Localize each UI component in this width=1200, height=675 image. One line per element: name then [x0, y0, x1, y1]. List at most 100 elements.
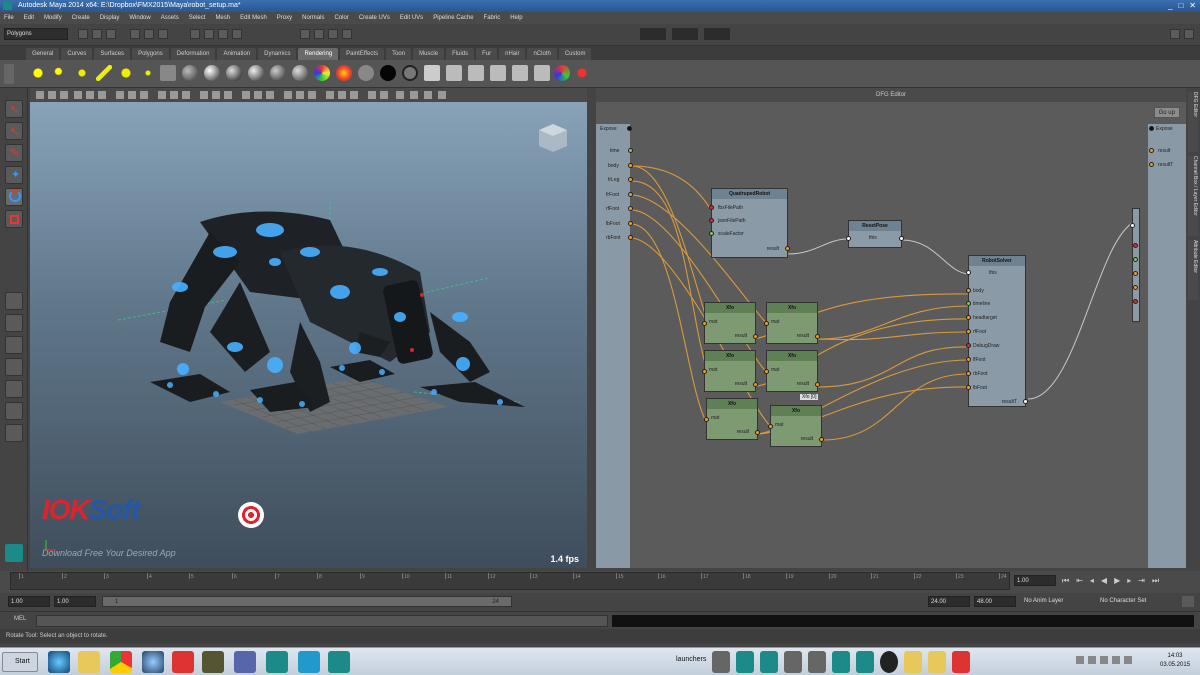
layered-shader-icon[interactable] [292, 65, 308, 81]
tab-nhair[interactable]: nHair [499, 48, 526, 60]
camera-icon[interactable] [160, 65, 176, 81]
point-light-icon[interactable] [30, 65, 46, 81]
range-bar[interactable]: 1 24 [102, 596, 512, 607]
tray-icon[interactable] [1076, 656, 1084, 664]
tab-painteffects[interactable]: PaintEffects [340, 48, 385, 60]
launchers-label[interactable]: launchers [676, 656, 706, 663]
lasso-tool-icon[interactable]: ↖ [5, 122, 23, 140]
port-dot[interactable] [785, 246, 790, 251]
port-lbfoot-dot[interactable] [628, 221, 633, 226]
menu-file[interactable]: File [4, 12, 14, 24]
tab-ncloth[interactable]: nCloth [527, 48, 557, 60]
port-dot[interactable] [1133, 243, 1138, 248]
step-forward-frame-icon[interactable]: ⇥ [1138, 576, 1145, 586]
outliner-layout-icon[interactable] [5, 402, 23, 420]
batch-render-icon[interactable] [512, 65, 528, 81]
playback-start-field[interactable]: 1.00 [54, 596, 96, 607]
menu-display[interactable]: Display [100, 12, 120, 24]
tray-icon[interactable] [1112, 656, 1120, 664]
quick-launch-icon[interactable] [808, 651, 826, 673]
play-forwards-icon[interactable]: ▶ [1114, 576, 1120, 586]
menu-fabric[interactable]: Fabric [484, 12, 501, 24]
port-dot[interactable] [815, 382, 820, 387]
node-xfo[interactable]: Xfo mat result [764, 302, 820, 344]
blinn-sphere-icon[interactable] [204, 65, 220, 81]
side-tab-channel-box[interactable]: Channel Box / Layer Editor [1188, 156, 1198, 236]
tab-muscle[interactable]: Muscle [413, 48, 445, 60]
port-dot[interactable] [709, 231, 714, 236]
quick-launch-icon[interactable] [856, 651, 874, 673]
end-time-field[interactable]: 48.00 [974, 596, 1016, 607]
port-dot[interactable] [764, 369, 769, 374]
minimize-button[interactable]: _ [1168, 1, 1172, 11]
maximize-button[interactable]: □ [1178, 1, 1183, 11]
quick-launch-icon[interactable] [832, 651, 850, 673]
git-icon[interactable] [172, 651, 194, 673]
port-dot[interactable] [899, 236, 904, 241]
port-frleg-dot[interactable] [628, 177, 633, 182]
port-dot[interactable] [1133, 257, 1138, 262]
paint-select-tool-icon[interactable]: ✎ [5, 144, 23, 162]
port-dot[interactable] [966, 270, 971, 275]
port-dot[interactable] [966, 371, 971, 376]
port-dot[interactable] [1130, 223, 1135, 228]
close-button[interactable]: ✕ [1189, 1, 1196, 11]
chrome-icon[interactable] [110, 651, 132, 673]
menu-assets[interactable]: Assets [161, 12, 179, 24]
select-tool-icon[interactable]: ↖ [5, 100, 23, 118]
snap-curve-icon[interactable] [204, 29, 214, 39]
menu-help[interactable]: Help [510, 12, 522, 24]
snap-plane-icon[interactable] [232, 29, 242, 39]
system-tray[interactable] [1076, 656, 1152, 668]
expose-port-right[interactable] [1149, 126, 1154, 131]
tab-fluids[interactable]: Fluids [446, 48, 475, 60]
tab-curves[interactable]: Curves [61, 48, 93, 60]
command-input[interactable] [36, 615, 608, 627]
expose-port-left[interactable] [627, 126, 632, 131]
side-tab-dfg-editor[interactable]: DFG Editor [1188, 92, 1198, 152]
surface-shader-icon[interactable] [358, 65, 374, 81]
ambient-light-icon[interactable] [140, 65, 156, 81]
numeric-input-field[interactable] [704, 28, 730, 40]
explorer-icon[interactable] [78, 651, 100, 673]
start-button[interactable]: Start [2, 652, 38, 672]
tray-icon[interactable] [1088, 656, 1096, 664]
port-rbfoot-dot[interactable] [628, 235, 633, 240]
playback-end-field[interactable]: 24.00 [928, 596, 970, 607]
lambert-sphere-icon[interactable] [182, 65, 198, 81]
menu-create-uvs[interactable]: Create UVs [359, 12, 390, 24]
node-xfo[interactable]: Xfo mat result [764, 350, 820, 392]
step-forward-key-icon[interactable]: ▸ [1127, 576, 1131, 586]
tab-polygons[interactable]: Polygons [132, 48, 169, 60]
fabric-icon[interactable] [234, 651, 256, 673]
node-xfo[interactable]: Xfo mat result [702, 302, 758, 344]
play-backwards-icon[interactable]: ◀ [1101, 576, 1107, 586]
menu-create[interactable]: Create [72, 12, 90, 24]
media-icon[interactable] [202, 651, 224, 673]
snap-grid-icon[interactable] [190, 29, 200, 39]
node-xfo[interactable]: Xfo mat result [702, 350, 758, 392]
menu-color[interactable]: Color [334, 12, 348, 24]
port-dot[interactable] [755, 430, 760, 435]
directional-light-icon[interactable] [52, 65, 68, 81]
quick-launch-icon[interactable] [880, 651, 898, 673]
toggle-channel-box-icon[interactable] [1170, 29, 1180, 39]
start-time-field[interactable]: 1.00 [8, 596, 50, 607]
new-scene-icon[interactable] [78, 29, 88, 39]
menu-proxy[interactable]: Proxy [277, 12, 292, 24]
node-xfo[interactable]: Xfo mat result [768, 405, 824, 447]
port-dot[interactable] [846, 236, 851, 241]
port-frfoot-dot[interactable] [628, 192, 633, 197]
maya-taskbar-icon[interactable] [328, 651, 350, 673]
port-dot[interactable] [966, 329, 971, 334]
toggle-attribute-editor-icon[interactable] [1184, 29, 1194, 39]
tab-animation[interactable]: Animation [217, 48, 257, 60]
port-result-dot[interactable] [1149, 148, 1154, 153]
node-reset-pose[interactable]: ResetPose this [846, 220, 904, 248]
side-by-side-layout-icon[interactable] [5, 336, 23, 354]
history-icon[interactable] [300, 29, 310, 39]
quick-launch-icon[interactable] [784, 651, 802, 673]
tab-dynamics[interactable]: Dynamics [258, 48, 297, 60]
node-collapsed[interactable] [1130, 208, 1140, 322]
viewport-toolbar-icons[interactable] [30, 88, 587, 102]
